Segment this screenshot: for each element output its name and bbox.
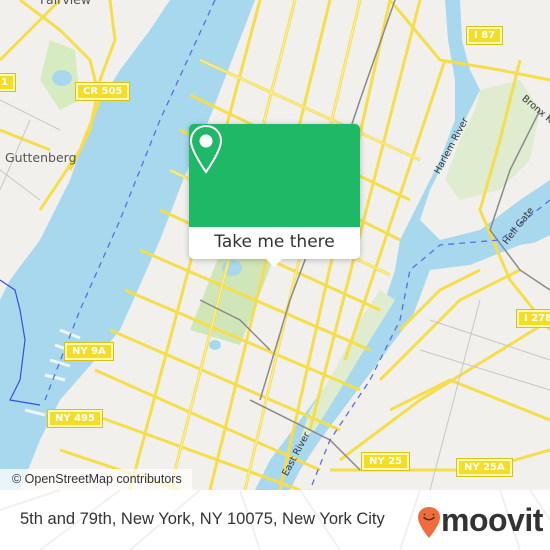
popup-pointer bbox=[266, 259, 282, 267]
route-shield-ny495: NY 495 bbox=[47, 409, 103, 428]
route-shield-i87: I 87 bbox=[465, 26, 504, 45]
route-shield-ny25a: NY 25A bbox=[456, 458, 513, 477]
popup-header[interactable] bbox=[189, 124, 360, 227]
map-view[interactable]: Fairview Guttenberg Harlem River Bronx K… bbox=[0, 0, 550, 490]
route-shield-ny25: NY 25 bbox=[360, 452, 411, 471]
take-me-there-popup[interactable]: Take me there bbox=[189, 124, 360, 267]
place-label-fairview: Fairview bbox=[40, 0, 91, 7]
route-shield-left-edge: 1 bbox=[0, 73, 16, 92]
moovit-smiley-pin-icon bbox=[418, 507, 440, 538]
place-label-guttenberg: Guttenberg bbox=[5, 150, 77, 165]
footer: 5th and 79th, New York, NY 10075, New Yo… bbox=[0, 490, 550, 550]
location-pin-icon bbox=[189, 124, 223, 174]
route-shield-ny9a: NY 9A bbox=[64, 342, 114, 361]
take-me-there-button[interactable]: Take me there bbox=[189, 227, 360, 259]
route-shield-i278: I 278 bbox=[515, 309, 550, 328]
address-text: 5th and 79th, New York, NY 10075, New Yo… bbox=[20, 510, 385, 528]
moovit-wordmark: moovit bbox=[441, 502, 543, 538]
route-shield-cr505: CR 505 bbox=[74, 82, 131, 101]
map-attribution[interactable]: © OpenStreetMap contributors bbox=[0, 469, 192, 490]
